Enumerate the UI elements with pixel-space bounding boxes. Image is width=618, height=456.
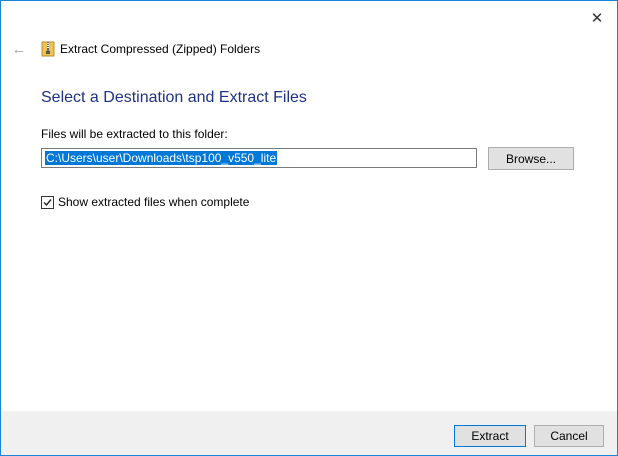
extract-button[interactable]: Extract bbox=[454, 425, 526, 447]
close-icon: ✕ bbox=[590, 10, 604, 27]
show-files-checkbox[interactable] bbox=[41, 195, 54, 209]
browse-button[interactable]: Browse... bbox=[488, 147, 574, 170]
destination-value: C:\Users\user\Downloads\tsp100_v550_lite bbox=[45, 151, 278, 165]
close-button[interactable]: ✕ bbox=[585, 7, 609, 29]
page-heading: Select a Destination and Extract Files bbox=[41, 89, 307, 106]
show-files-label: Show extracted files when complete bbox=[58, 195, 250, 209]
destination-label: Files will be extracted to this folder: bbox=[41, 127, 228, 141]
zip-folder-icon bbox=[41, 41, 55, 57]
extract-dialog: ✕ ← Extract Compressed (Zipped) Folders … bbox=[0, 0, 618, 456]
destination-input[interactable]: C:\Users\user\Downloads\tsp100_v550_lite bbox=[41, 148, 477, 168]
back-button[interactable]: ← bbox=[11, 40, 27, 58]
checkmark-icon bbox=[43, 198, 52, 206]
dialog-title: Extract Compressed (Zipped) Folders bbox=[60, 42, 261, 56]
cancel-button[interactable]: Cancel bbox=[534, 425, 604, 447]
dialog-header: ← Extract Compressed (Zipped) Folders bbox=[11, 39, 261, 59]
back-arrow-icon: ← bbox=[11, 40, 27, 58]
show-files-option[interactable]: Show extracted files when complete bbox=[41, 195, 249, 209]
